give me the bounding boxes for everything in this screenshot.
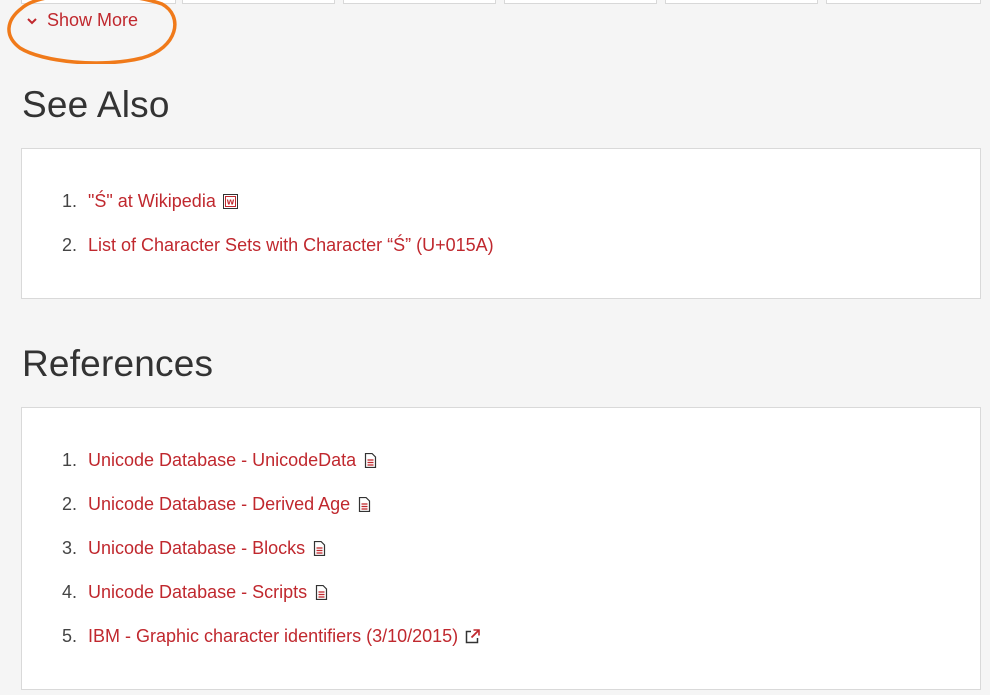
list-item: 5. IBM - Graphic character identifiers (… bbox=[62, 622, 480, 666]
list-number: 2. bbox=[62, 235, 78, 255]
reference-link[interactable]: IBM - Graphic character identifiers (3/1… bbox=[88, 622, 458, 650]
reference-link[interactable]: Unicode Database - Scripts bbox=[88, 578, 307, 606]
svg-text:W: W bbox=[226, 199, 234, 207]
list-item: 3. Unicode Database - Blocks bbox=[62, 534, 480, 578]
document-icon bbox=[316, 585, 328, 600]
tile-strip bbox=[21, 0, 981, 5]
reference-link[interactable]: Unicode Database - UnicodeData bbox=[88, 446, 356, 474]
page: Show More See Also 1. "Ś" at Wikipedia W… bbox=[0, 0, 990, 695]
reference-link[interactable]: Unicode Database - Blocks bbox=[88, 534, 305, 562]
document-icon bbox=[359, 497, 371, 512]
tile[interactable] bbox=[504, 0, 657, 4]
external-link-icon bbox=[465, 629, 480, 644]
list-item: 1. Unicode Database - UnicodeData bbox=[62, 446, 480, 490]
list-number: 1. bbox=[62, 450, 78, 470]
document-icon bbox=[314, 541, 326, 556]
list-number: 3. bbox=[62, 538, 78, 558]
document-icon bbox=[365, 453, 377, 468]
see-also-panel: 1. "Ś" at Wikipedia W 2. List of Charact… bbox=[21, 148, 981, 299]
reference-link[interactable]: Unicode Database - Derived Age bbox=[88, 490, 350, 518]
tile[interactable] bbox=[343, 0, 496, 4]
tile[interactable] bbox=[182, 0, 335, 4]
see-also-heading: See Also bbox=[22, 84, 170, 125]
list-number: 1. bbox=[62, 191, 78, 211]
list-item: 2. List of Character Sets with Character… bbox=[62, 231, 494, 275]
list-item: 1. "Ś" at Wikipedia W bbox=[62, 187, 494, 231]
references-heading: References bbox=[22, 343, 214, 384]
list-number: 5. bbox=[62, 626, 78, 646]
list-number: 2. bbox=[62, 494, 78, 514]
wikipedia-link[interactable]: "Ś" at Wikipedia bbox=[88, 187, 216, 215]
tile[interactable] bbox=[665, 0, 818, 4]
list-item: 2. Unicode Database - Derived Age bbox=[62, 490, 480, 534]
tile[interactable] bbox=[826, 0, 981, 4]
show-more-label: Show More bbox=[47, 10, 139, 30]
see-also-list: 1. "Ś" at Wikipedia W 2. List of Charact… bbox=[62, 187, 494, 275]
list-number: 4. bbox=[62, 582, 78, 602]
tile[interactable] bbox=[21, 0, 176, 4]
list-item: 4. Unicode Database - Scripts bbox=[62, 578, 480, 622]
show-more-button[interactable]: Show More bbox=[25, 10, 138, 31]
references-list: 1. Unicode Database - UnicodeData 2. Uni… bbox=[62, 446, 480, 666]
wikipedia-icon: W bbox=[222, 194, 238, 209]
character-sets-link[interactable]: List of Character Sets with Character “Ś… bbox=[88, 231, 494, 259]
references-panel: 1. Unicode Database - UnicodeData 2. Uni… bbox=[21, 407, 981, 690]
chevron-down-icon bbox=[27, 17, 37, 24]
